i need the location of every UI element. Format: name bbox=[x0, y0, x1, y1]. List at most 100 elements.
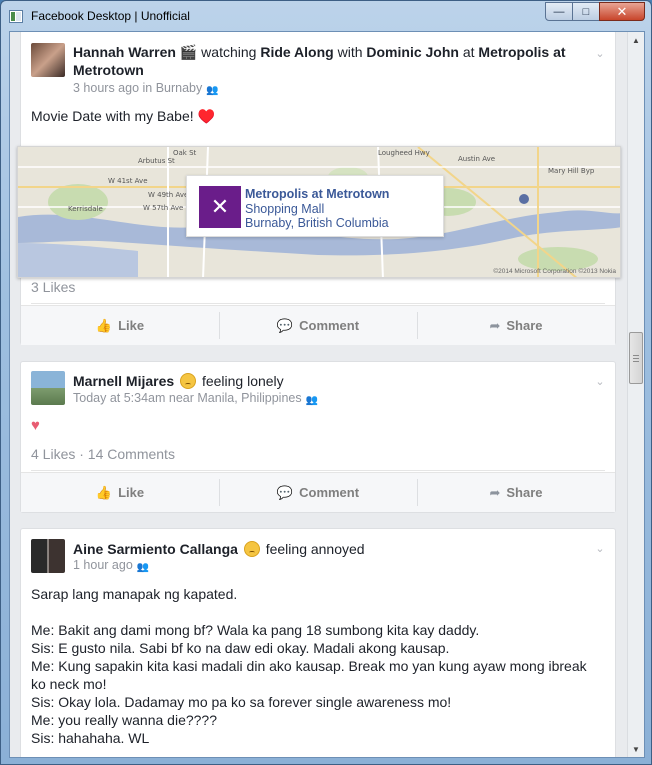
author-name[interactable]: Aine Sarmiento Callanga bbox=[73, 541, 238, 557]
share-label: Share bbox=[506, 485, 543, 500]
grip-line bbox=[633, 355, 639, 356]
post-meta: Today at 5:34am near Manila, Philippines… bbox=[73, 391, 319, 406]
post-text: Movie Date with my Babe! ♥️ bbox=[31, 108, 215, 124]
post-line: Me: Kung sapakin kita kasi madali din ak… bbox=[31, 658, 587, 674]
post-meta: 3 hours ago in Burnaby 👥 bbox=[73, 81, 219, 96]
post-line: ko neck mo! bbox=[31, 676, 107, 692]
app-icon bbox=[9, 10, 23, 23]
place-logo: ✕ bbox=[199, 186, 241, 228]
maximize-button[interactable]: □ bbox=[572, 2, 600, 21]
map-street-label: W 57th Ave bbox=[143, 204, 184, 212]
tagged-person[interactable]: Dominic John bbox=[366, 44, 459, 60]
scroll-down-arrow-icon[interactable]: ▼ bbox=[628, 741, 644, 757]
avatar[interactable] bbox=[31, 43, 65, 77]
avatar[interactable] bbox=[31, 539, 65, 573]
author-name[interactable]: Hannah Warren bbox=[73, 44, 176, 60]
news-feed-viewport: Hannah Warren 🎬 watching Ride Along with… bbox=[9, 31, 645, 758]
minimize-button[interactable]: — bbox=[545, 2, 573, 21]
share-icon: ➦ bbox=[489, 317, 501, 333]
friends-icon: 👥 bbox=[136, 562, 150, 573]
divider bbox=[31, 303, 605, 304]
share-icon: ➦ bbox=[489, 484, 501, 500]
sad-face-icon bbox=[180, 373, 197, 389]
friends-icon: 👥 bbox=[305, 395, 319, 406]
map-street-label: W 49th Ave bbox=[148, 191, 189, 199]
like-label: Like bbox=[118, 318, 145, 333]
map-street-label: Mary Hill Byp bbox=[548, 167, 595, 175]
activity-object[interactable]: Ride Along bbox=[260, 44, 333, 60]
chevron-down-icon[interactable]: ⌄ bbox=[593, 375, 607, 388]
place-location: Burnaby, British Columbia bbox=[245, 216, 389, 230]
thumbs-up-icon: 👍 bbox=[95, 317, 113, 333]
post-header: Hannah Warren 🎬 watching Ride Along with… bbox=[73, 43, 573, 79]
window-title: Facebook Desktop | Unofficial bbox=[31, 9, 190, 23]
post-time[interactable]: 3 hours ago in Burnaby bbox=[73, 81, 202, 95]
likes-count[interactable]: 3 Likes bbox=[31, 279, 75, 295]
author-name[interactable]: Marnell Mijares bbox=[73, 373, 174, 389]
activity-prefix: watching bbox=[201, 44, 257, 60]
post-line: Sarap lang manapak ng kapated. bbox=[31, 586, 238, 602]
friends-icon: 👥 bbox=[206, 85, 219, 96]
feeling-text: feeling annoyed bbox=[265, 541, 365, 557]
map-copyright: ©2014 Microsoft Corporation ©2013 Nokia bbox=[493, 268, 616, 275]
app-window: Facebook Desktop | Unofficial — □ ✕ Hann… bbox=[0, 0, 652, 765]
feed-post: Hannah Warren 🎬 watching Ride Along with… bbox=[17, 32, 621, 345]
comment-icon: 💬 bbox=[276, 484, 294, 500]
place-card[interactable]: ✕ Metropolis at Metrotown Shopping Mall … bbox=[186, 175, 444, 237]
like-button[interactable]: 👍 Like bbox=[21, 473, 219, 512]
chevron-down-icon[interactable]: ⌄ bbox=[593, 47, 607, 60]
window-controls: — □ ✕ bbox=[545, 2, 645, 21]
chevron-down-icon[interactable]: ⌄ bbox=[593, 542, 607, 555]
scrollbar-thumb[interactable] bbox=[629, 332, 643, 384]
post-line: Me: Bakit ang dami mong bf? Wala ka pang… bbox=[31, 622, 480, 638]
map-street-label: Arbutus St bbox=[138, 157, 175, 165]
post-header: Marnell Mijares feeling lonely bbox=[73, 372, 573, 390]
vertical-scrollbar[interactable]: ▲ ▼ bbox=[627, 32, 644, 757]
at-word: at bbox=[462, 44, 475, 60]
map-street-label: W 41st Ave bbox=[108, 177, 148, 185]
feed-post: Marnell Mijares feeling lonely Today at … bbox=[20, 361, 616, 513]
post-time[interactable]: 1 hour ago bbox=[73, 558, 133, 572]
feeling-text: feeling lonely bbox=[201, 373, 284, 389]
thumbs-up-icon: 👍 bbox=[95, 484, 113, 500]
grip-line bbox=[633, 361, 639, 362]
comment-icon: 💬 bbox=[276, 317, 294, 333]
post-meta: 1 hour ago 👥 bbox=[73, 558, 150, 573]
with-word: with bbox=[337, 44, 363, 60]
post-line: Sis: hahahaha. WL bbox=[31, 730, 150, 746]
comment-label: Comment bbox=[299, 318, 360, 333]
likes-comments-count[interactable]: 4 Likes · 14 Comments bbox=[31, 446, 175, 462]
comment-label: Comment bbox=[299, 485, 360, 500]
feed-post: Aine Sarmiento Callanga feeling annoyed … bbox=[20, 528, 616, 757]
post-line: Sis: Okay lola. Dadamay mo pa ko sa fore… bbox=[31, 694, 452, 710]
clapper-icon: 🎬 bbox=[179, 44, 198, 60]
action-bar: 👍 Like 💬 Comment ➦ Share bbox=[21, 305, 615, 345]
map-street-label: Austin Ave bbox=[458, 155, 496, 163]
share-button[interactable]: ➦ Share bbox=[417, 473, 615, 512]
post-line: Me: you really wanna die???? bbox=[31, 712, 218, 728]
like-label: Like bbox=[118, 485, 145, 500]
close-button[interactable]: ✕ bbox=[599, 2, 645, 21]
location-map[interactable]: W 41st Ave W 49th Ave W 57th Ave Oak St … bbox=[17, 146, 621, 278]
post-line: Sis: E gusto nila. Sabi bf ko na daw edi… bbox=[31, 640, 450, 656]
scroll-up-arrow-icon[interactable]: ▲ bbox=[628, 32, 644, 48]
comment-button[interactable]: 💬 Comment bbox=[219, 306, 417, 345]
map-street-label: Oak St bbox=[173, 149, 197, 157]
place-category: Shopping Mall bbox=[245, 202, 325, 216]
map-street-label: Kerrisdale bbox=[68, 205, 103, 213]
title-bar[interactable]: Facebook Desktop | Unofficial — □ ✕ bbox=[1, 1, 651, 31]
post-text: ♥ bbox=[31, 417, 40, 434]
place-name[interactable]: Metropolis at Metrotown bbox=[245, 187, 389, 201]
post-header: Aine Sarmiento Callanga feeling annoyed bbox=[73, 540, 573, 558]
avatar[interactable] bbox=[31, 371, 65, 405]
share-label: Share bbox=[506, 318, 543, 333]
share-button[interactable]: ➦ Share bbox=[417, 306, 615, 345]
post-time[interactable]: Today at 5:34am near Manila, Philippines bbox=[73, 391, 302, 405]
divider bbox=[31, 470, 605, 471]
comment-button[interactable]: 💬 Comment bbox=[219, 473, 417, 512]
like-button[interactable]: 👍 Like bbox=[21, 306, 219, 345]
action-bar: 👍 Like 💬 Comment ➦ Share bbox=[21, 472, 615, 512]
grip-line bbox=[633, 358, 639, 359]
annoyed-face-icon bbox=[243, 541, 260, 557]
map-street-label: Lougheed Hwy bbox=[378, 149, 430, 157]
